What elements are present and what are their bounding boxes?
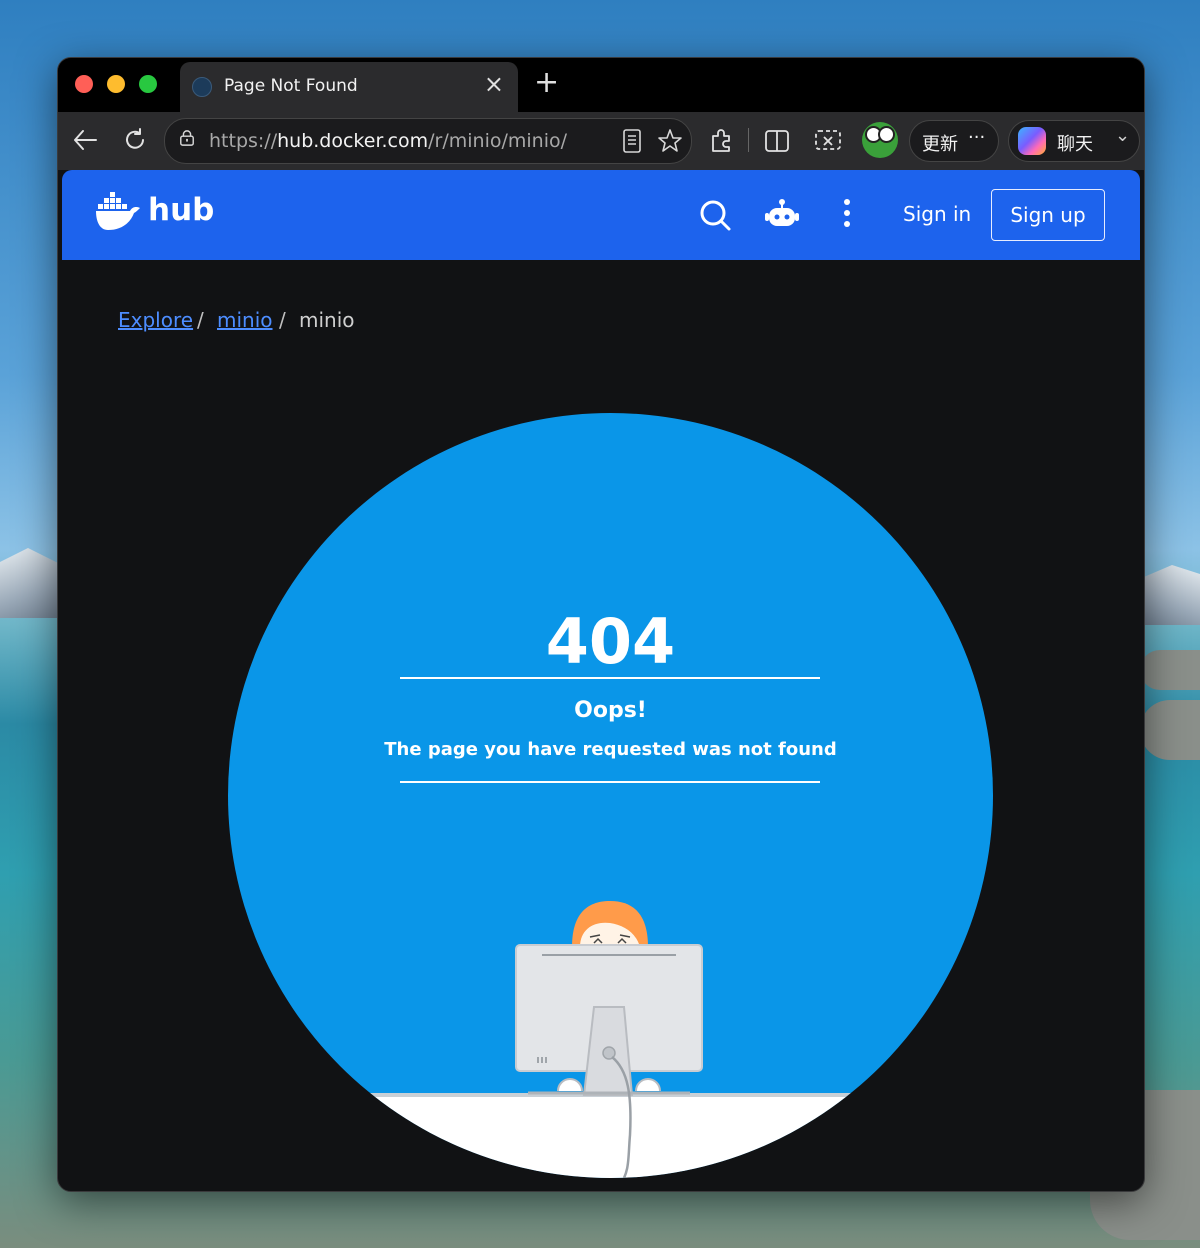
profile-avatar[interactable] [862,122,898,158]
tab-favicon-icon [192,77,212,97]
tab-page-not-found[interactable]: Page Not Found × [180,62,518,112]
breadcrumb-current: minio [299,308,355,332]
extensions-puzzle-icon[interactable] [708,128,734,154]
more-vertical-icon[interactable] [843,198,851,228]
breadcrumb-separator: / [197,308,204,332]
person-at-computer-illustration [515,901,703,1178]
sign-in-link[interactable]: Sign in [903,202,971,226]
address-bar[interactable]: https://hub.docker.com/r/minio/minio/ [164,118,692,164]
divider-top [400,677,820,679]
reader-mode-icon[interactable] [623,129,641,153]
sign-up-button[interactable]: Sign up [991,189,1105,241]
chevron-down-icon[interactable]: ⌄ [1115,125,1130,146]
close-window-button[interactable] [75,75,93,93]
zoom-window-button[interactable] [139,75,157,93]
split-screen-icon[interactable] [764,128,790,154]
copilot-chat-button[interactable]: 聊天 ⌄ [1008,120,1140,162]
new-tab-button[interactable]: + [534,68,559,98]
back-arrow-icon[interactable] [72,128,98,152]
error-title: Oops! [574,698,647,723]
tab-title: Page Not Found [224,76,358,96]
update-label: 更新 [922,134,958,155]
site-header: hub Sign in Sign up [62,170,1140,260]
favorite-star-icon[interactable] [657,128,683,154]
update-button[interactable]: 更新 ··· [909,120,999,162]
breadcrumb-explore-link[interactable]: Explore [118,308,193,332]
error-code: 404 [545,605,676,678]
copilot-label: 聊天 [1057,134,1093,155]
ai-assistant-robot-icon[interactable] [764,198,800,230]
screenshot-capture-icon[interactable] [814,128,842,154]
desktop-rock [1140,650,1200,690]
toolbar-divider [748,128,749,152]
breadcrumb-separator: / [279,308,286,332]
error-illustration-circle: 404 Oops! The page you have requested wa… [228,413,993,1178]
copilot-icon [1018,127,1046,155]
lock-icon[interactable] [179,130,195,146]
divider-bottom [400,781,820,783]
search-icon[interactable] [700,200,732,232]
error-message: The page you have requested was not foun… [384,739,837,760]
breadcrumb-minio-link[interactable]: minio [217,308,273,332]
minimize-window-button[interactable] [107,75,125,93]
more-icon: ··· [968,127,986,148]
title-bar: Page Not Found × + [58,58,1144,112]
tab-close-icon[interactable]: × [484,72,504,96]
docker-whale-logo-icon[interactable] [96,192,142,232]
browser-window: Page Not Found × + https://hub.docker.co… [57,57,1145,1192]
browser-toolbar: https://hub.docker.com/r/minio/minio/ 更新… [58,112,1144,170]
url-text: https://hub.docker.com/r/minio/minio/ [209,130,568,152]
desktop-rock [1140,700,1200,760]
refresh-icon[interactable] [122,127,148,153]
hub-logo-text[interactable]: hub [148,192,214,228]
